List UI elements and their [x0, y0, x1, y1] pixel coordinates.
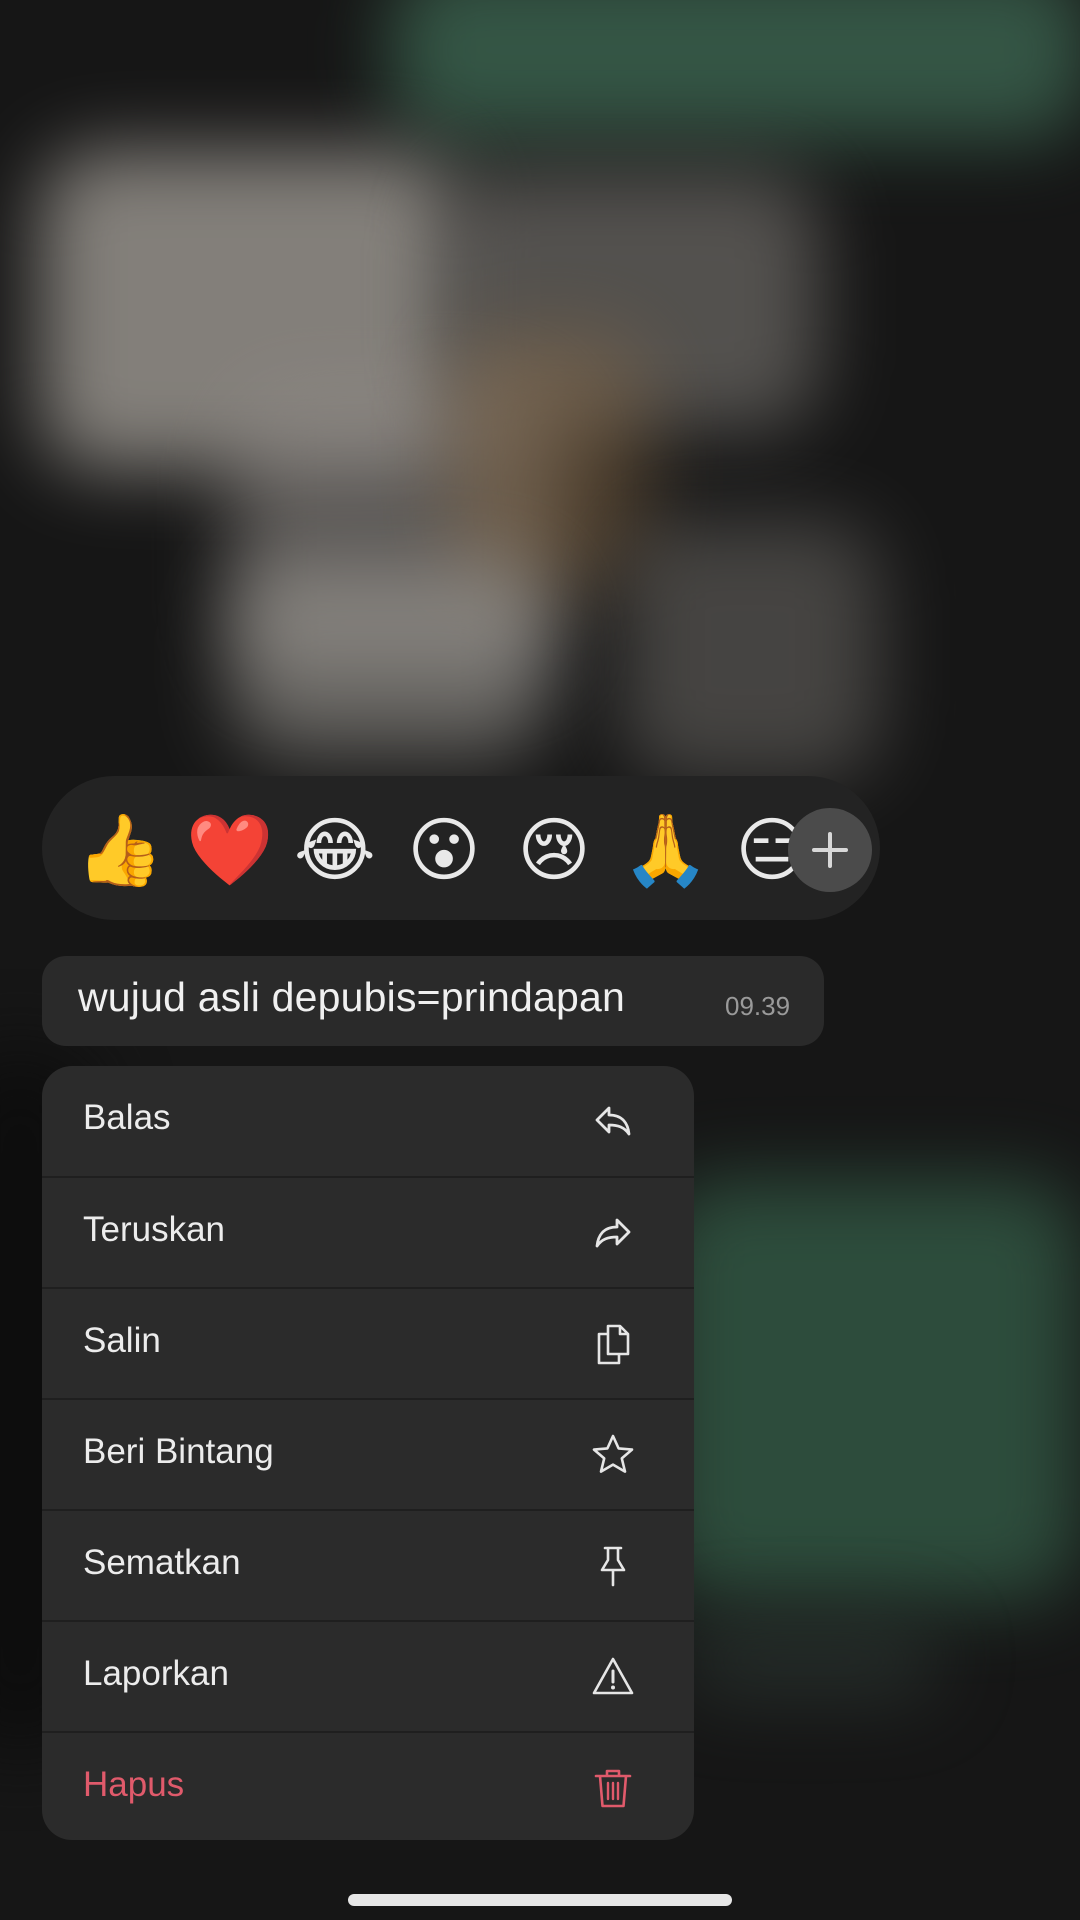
reaction-pray[interactable]: 🙏	[622, 810, 709, 890]
reaction-bar: 👍 ❤️ 😂 😮 😢 🙏 😑	[42, 776, 880, 920]
menu-item-label: Laporkan	[83, 1654, 229, 1693]
reaction-thumbs-up[interactable]: 👍	[76, 810, 163, 890]
forward-icon	[590, 1210, 636, 1256]
menu-item-forward[interactable]: Teruskan	[42, 1178, 694, 1288]
reply-icon	[590, 1098, 636, 1144]
reaction-sad[interactable]: 😢	[514, 810, 594, 890]
blurred-photo	[230, 560, 550, 760]
pin-icon	[590, 1543, 636, 1589]
blurred-outgoing-bubble	[680, 1620, 940, 1700]
menu-item-copy[interactable]: Salin	[42, 1289, 694, 1399]
warning-icon	[590, 1654, 636, 1700]
menu-item-star[interactable]: Beri Bintang	[42, 1400, 694, 1510]
star-icon	[590, 1432, 636, 1478]
menu-item-label: Balas	[83, 1098, 171, 1137]
blurred-photo	[620, 520, 880, 780]
menu-item-pin[interactable]: Sematkan	[42, 1511, 694, 1621]
copy-icon	[590, 1321, 636, 1367]
more-reactions-button[interactable]	[788, 808, 872, 892]
blurred-photo	[450, 330, 650, 590]
trash-icon	[590, 1765, 636, 1811]
blurred-outgoing-bubble	[660, 1180, 1080, 1600]
menu-item-label: Salin	[83, 1321, 161, 1360]
message-context-menu: Balas Teruskan Salin Beri Bintang Sematk…	[42, 1066, 694, 1840]
reaction-heart[interactable]: ❤️	[186, 810, 273, 890]
blurred-outgoing-bubble	[390, 0, 1080, 140]
menu-item-reply[interactable]: Balas	[42, 1066, 694, 1176]
menu-item-label: Hapus	[83, 1765, 185, 1804]
reaction-surprised[interactable]: 😮	[404, 810, 484, 890]
menu-item-delete[interactable]: Hapus	[42, 1733, 694, 1840]
message-timestamp: 09.39	[725, 991, 791, 1021]
menu-item-label: Sematkan	[83, 1543, 241, 1582]
menu-item-report[interactable]: Laporkan	[42, 1622, 694, 1732]
plus-icon	[812, 832, 848, 868]
menu-item-label: Teruskan	[83, 1210, 226, 1249]
reaction-laugh[interactable]: 😂	[294, 810, 376, 890]
menu-item-label: Beri Bintang	[83, 1432, 274, 1471]
message-bubble: wujud asli depubis=prindapan 09.39	[42, 956, 824, 1046]
home-indicator[interactable]	[348, 1894, 732, 1906]
message-text: wujud asli depubis=prindapan	[78, 974, 625, 1020]
